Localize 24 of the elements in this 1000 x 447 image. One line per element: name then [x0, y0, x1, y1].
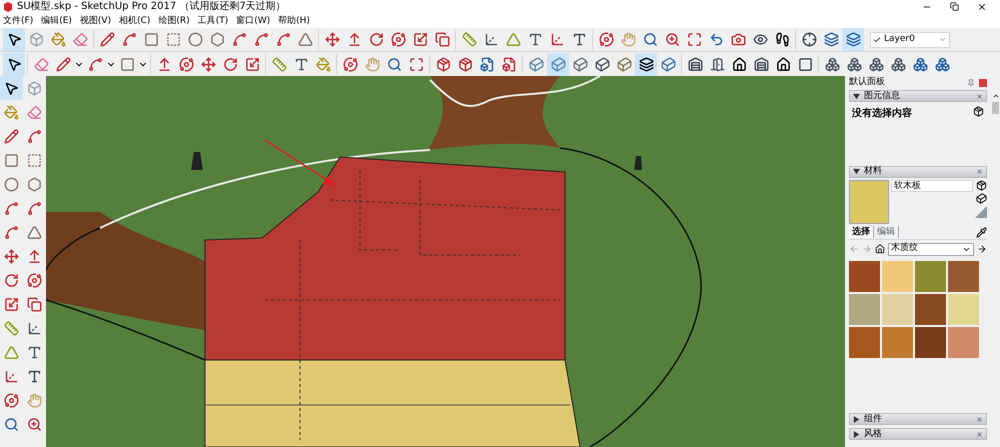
- material-name-field[interactable]: 软木板: [891, 180, 973, 192]
- menu-item[interactable]: 相机(C): [119, 16, 150, 26]
- section-title: 图元信息: [864, 92, 900, 100]
- menu-item[interactable]: 工具(T): [198, 16, 228, 26]
- layer-select[interactable]: Layer0: [870, 32, 950, 48]
- panel-tab[interactable]: 选择: [849, 226, 874, 238]
- entity-info-text: 没有选择内容: [852, 106, 912, 121]
- window-title: SU模型.skp - SketchUp Pro 2017 （试用版还剩7天过期）: [17, 2, 286, 12]
- panel-title: 默认面板: [849, 76, 885, 90]
- menu-item[interactable]: 视图(V): [80, 16, 112, 26]
- panel-section-header[interactable]: 图元信息: [849, 90, 987, 102]
- panel-tab[interactable]: 编辑: [874, 226, 899, 238]
- panel-section-header[interactable]: 材料: [849, 166, 987, 178]
- section-title: 材料: [864, 167, 882, 176]
- menu-item[interactable]: 窗口(W): [236, 16, 270, 26]
- panel-section-header[interactable]: 风格: [849, 428, 987, 440]
- menu-item[interactable]: 编辑(E): [41, 16, 72, 26]
- menu-item[interactable]: 帮助(H): [278, 16, 310, 26]
- menu-item[interactable]: 文件(F): [3, 16, 34, 26]
- panel-section-header[interactable]: 组件: [849, 413, 987, 425]
- menu-item[interactable]: 绘图(R): [158, 16, 190, 26]
- library-select[interactable]: 木质纹: [888, 242, 974, 256]
- section-title: 风格: [864, 430, 882, 438]
- section-title: 组件: [864, 414, 882, 424]
